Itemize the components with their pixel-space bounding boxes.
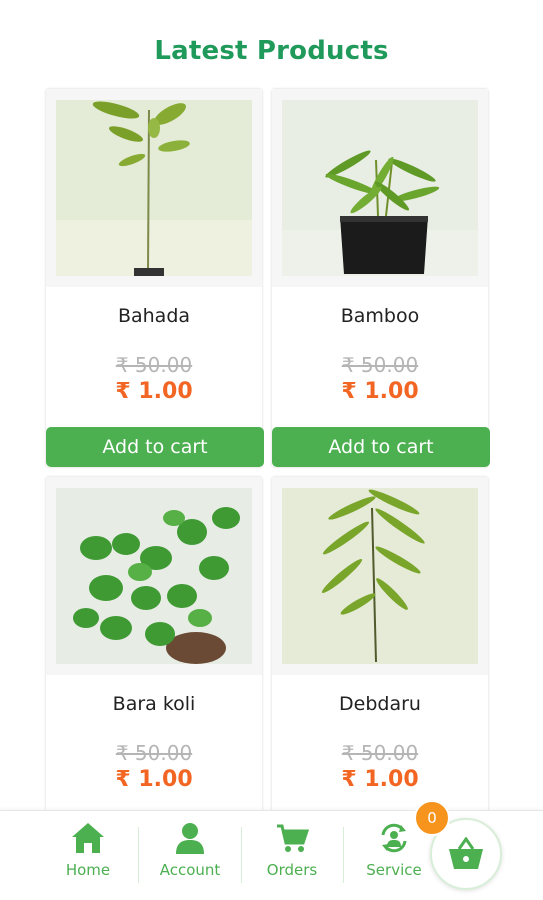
- nav-divider: [138, 827, 139, 883]
- product-card[interactable]: Bamboo ₹ 50.00 ₹ 1.00 Add to cart: [271, 88, 490, 468]
- bamboo-image: [282, 100, 478, 276]
- product-price: ₹ 1.00: [115, 767, 193, 792]
- product-price: ₹ 1.00: [115, 379, 193, 404]
- sapling-image: [56, 100, 252, 276]
- product-old-price: ₹ 50.00: [341, 741, 419, 765]
- tall-sapling-image: [282, 488, 478, 664]
- product-old-price: ₹ 50.00: [115, 353, 193, 377]
- product-card[interactable]: Bahada ₹ 50.00 ₹ 1.00 Add to cart: [45, 88, 264, 468]
- add-to-cart-button[interactable]: Add to cart: [46, 427, 264, 467]
- user-icon: [176, 823, 204, 854]
- product-card[interactable]: Debdaru ₹ 50.00 ₹ 1.00: [271, 476, 489, 856]
- product-price: ₹ 1.00: [341, 379, 419, 404]
- nav-account-label: Account: [159, 861, 221, 879]
- product-old-price: ₹ 50.00: [341, 353, 419, 377]
- nav-service-label: Service: [366, 861, 422, 879]
- product-image[interactable]: [272, 89, 488, 287]
- section-title: Latest Products: [154, 36, 389, 66]
- nav-home-label: Home: [65, 861, 111, 879]
- product-image[interactable]: [46, 477, 262, 675]
- product-name[interactable]: Debdaru: [272, 693, 488, 715]
- home-icon: [72, 823, 104, 853]
- nav-orders[interactable]: Orders: [242, 811, 342, 900]
- basket-icon: [449, 837, 483, 869]
- leafy-plant-image: [56, 488, 252, 664]
- add-to-cart-button[interactable]: Add to cart: [272, 427, 490, 467]
- cart-icon: [277, 824, 309, 852]
- nav-account[interactable]: Account: [140, 811, 240, 900]
- nav-home[interactable]: Home: [38, 811, 138, 900]
- product-price: ₹ 1.00: [341, 767, 419, 792]
- product-name[interactable]: Bamboo: [272, 305, 488, 327]
- product-image[interactable]: [272, 477, 488, 675]
- cart-count-badge: 0: [414, 800, 450, 836]
- service-icon: [381, 823, 407, 853]
- product-image[interactable]: [46, 89, 262, 287]
- product-old-price: ₹ 50.00: [115, 741, 193, 765]
- product-name[interactable]: Bahada: [46, 305, 262, 327]
- product-card[interactable]: Bara koli ₹ 50.00 ₹ 1.00: [45, 476, 263, 856]
- product-grid: Bahada ₹ 50.00 ₹ 1.00 Add to cart Bamboo…: [45, 88, 490, 856]
- nav-orders-label: Orders: [266, 861, 318, 879]
- product-name[interactable]: Bara koli: [46, 693, 262, 715]
